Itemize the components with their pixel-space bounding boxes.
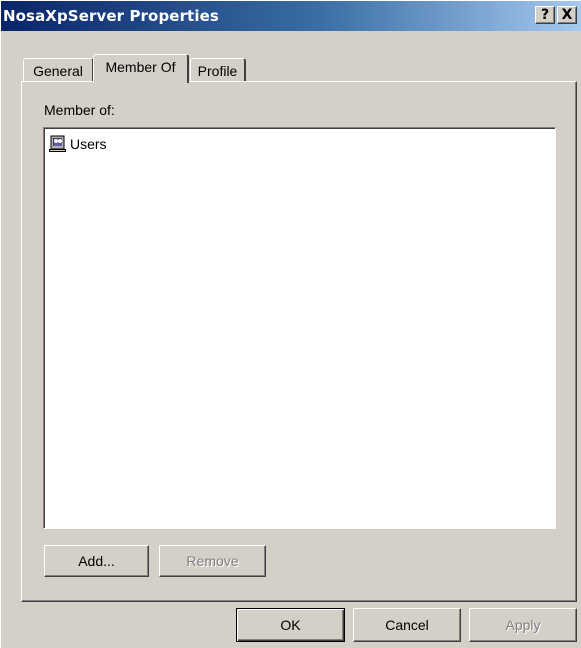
tab-profile[interactable]: Profile bbox=[190, 58, 246, 82]
member-of-list[interactable]: Users bbox=[43, 127, 556, 529]
title-bar[interactable]: NosaXpServer Properties ? X bbox=[1, 1, 581, 31]
group-icon bbox=[48, 135, 68, 153]
apply-button[interactable]: Apply bbox=[469, 608, 577, 642]
properties-dialog: NosaXpServer Properties ? X General Memb… bbox=[0, 0, 581, 648]
close-button[interactable]: X bbox=[557, 6, 577, 24]
list-item-label: Users bbox=[70, 136, 107, 152]
add-button[interactable]: Add... bbox=[44, 545, 149, 577]
tab-general[interactable]: General bbox=[23, 58, 94, 82]
cancel-button[interactable]: Cancel bbox=[353, 608, 461, 642]
member-of-label: Member of: bbox=[44, 102, 115, 118]
remove-button[interactable]: Remove bbox=[159, 545, 266, 577]
help-button[interactable]: ? bbox=[535, 6, 555, 24]
window-title: NosaXpServer Properties bbox=[3, 7, 219, 25]
tab-general-label: General bbox=[33, 63, 83, 79]
ok-button[interactable]: OK bbox=[236, 608, 345, 642]
tab-member-of-label: Member Of bbox=[105, 59, 176, 75]
list-item[interactable]: Users bbox=[48, 134, 107, 154]
tab-member-of[interactable]: Member Of bbox=[93, 54, 189, 83]
tab-profile-label: Profile bbox=[197, 63, 238, 79]
